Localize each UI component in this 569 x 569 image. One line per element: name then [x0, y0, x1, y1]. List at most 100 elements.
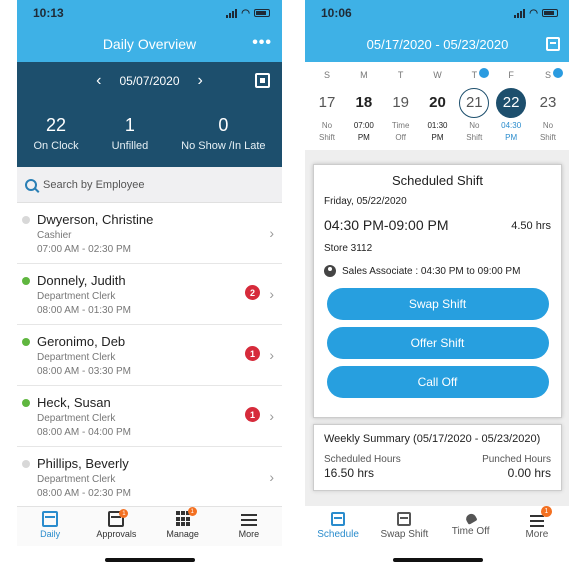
schedule-screen: 10:06 ◠ 05/17/2020 - 05/23/2020 S 17 No … [305, 0, 569, 569]
checklist-icon: 1 [108, 509, 129, 527]
calendar-icon[interactable] [255, 73, 270, 88]
day-number: 23 [539, 94, 557, 111]
status-dot [22, 338, 30, 346]
day-cell-selected[interactable]: F 22 04:30 PM [493, 62, 529, 150]
day-of-week: T [397, 70, 404, 80]
day-number: 19 [392, 94, 409, 111]
employee-shift-time: 08:00 AM - 02:30 PM [37, 488, 131, 499]
status-bar: 10:13 ◠ [17, 0, 282, 26]
tab-label: Daily [40, 529, 61, 539]
tab-time-off[interactable]: Time Off [440, 512, 502, 537]
day-shift-line1: No [469, 121, 480, 130]
day-shift-line2: PM [505, 133, 518, 142]
employee-name: Donnely, Judith [37, 273, 126, 288]
stat-no-show[interactable]: 0 No Show /In Late [181, 115, 265, 152]
more-options-icon[interactable]: ••• [252, 34, 272, 52]
day-cell[interactable]: T 19 Time Off [383, 62, 419, 150]
daily-overview-screen: 10:13 ◠ Daily Overview ••• ‹ 05/07/2020 … [17, 0, 282, 569]
call-off-button[interactable]: Call Off [326, 366, 549, 398]
day-shift-line1: Time [391, 121, 410, 130]
employee-shift-time: 07:00 AM - 02:30 PM [37, 244, 131, 255]
shift-time: 04:30 PM-09:00 PM [324, 217, 449, 233]
stat-label: On Clock [33, 140, 79, 152]
day-of-week: F [508, 70, 514, 80]
tab-swap-shift[interactable]: Swap Shift [373, 512, 435, 540]
swap-shift-button[interactable]: Swap Shift [326, 288, 549, 320]
employee-shift-time: 08:00 AM - 01:30 PM [37, 305, 131, 316]
current-date: 05/07/2020 [119, 74, 180, 88]
tab-label: Schedule [317, 529, 359, 540]
stat-unfilled[interactable]: 1 Unfilled [112, 115, 149, 152]
day-of-week: W [433, 70, 442, 80]
day-shift-line1: 07:00 [353, 121, 374, 130]
employee-name: Heck, Susan [37, 395, 111, 410]
day-number: 18 [355, 94, 373, 111]
day-cell[interactable]: W 20 01:30 PM [419, 62, 455, 150]
chevron-right-icon: › [269, 225, 274, 241]
employee-row[interactable]: Geronimo, Deb Department Clerk 08:00 AM … [17, 325, 282, 386]
day-shift-line1: No [542, 121, 554, 130]
tab-label: Swap Shift [380, 529, 429, 540]
offer-shift-button[interactable]: Offer Shift [326, 327, 549, 359]
wifi-icon: ◠ [529, 7, 538, 19]
scheduled-shift-card: Scheduled Shift Friday, 05/22/2020 04:30… [313, 164, 562, 418]
stat-value: 1 [124, 115, 135, 135]
battery-icon [542, 9, 558, 17]
day-cell[interactable]: M 18 07:00 PM [346, 62, 382, 150]
previous-day-button[interactable]: ‹ [96, 72, 101, 90]
employee-row[interactable]: Heck, Susan Department Clerk 08:00 AM - … [17, 386, 282, 447]
header: Daily Overview ••• [17, 26, 282, 62]
search-input[interactable]: Search by Employee [17, 167, 282, 203]
summary-title: Weekly Summary (05/17/2020 - 05/23/2020) [324, 433, 541, 445]
calendar-icon [42, 511, 59, 527]
day-cell-today[interactable]: T 21 No Shift [456, 62, 492, 150]
day-number: 20 [429, 94, 446, 111]
tab-schedule[interactable]: Schedule [307, 512, 369, 540]
punched-hours-value: 0.00 hrs [507, 466, 551, 480]
tab-label: Approvals [96, 529, 137, 539]
status-dot [22, 460, 30, 468]
day-shift-line2: PM [357, 133, 370, 142]
next-day-button[interactable]: › [198, 72, 203, 90]
tab-more[interactable]: 1 More [506, 506, 568, 540]
wifi-icon: ◠ [241, 7, 250, 19]
employee-row[interactable]: Donnely, Judith Department Clerk 08:00 A… [17, 264, 282, 325]
header: 05/17/2020 - 05/23/2020 [305, 26, 569, 62]
person-icon [324, 265, 336, 277]
tab-daily[interactable]: Daily [20, 511, 80, 539]
alert-badge: 2 [245, 285, 260, 300]
employee-shift-time: 08:00 AM - 04:00 PM [37, 427, 131, 438]
employee-row[interactable]: Dwyerson, Christine Cashier 07:00 AM - 0… [17, 203, 282, 264]
status-bar: 10:06 ◠ [305, 0, 569, 26]
day-cell[interactable]: S 23 No Shift [530, 62, 566, 150]
stat-value: 22 [46, 115, 67, 135]
day-of-week: S [323, 70, 330, 80]
home-indicator [392, 558, 483, 562]
status-time: 10:13 [33, 6, 64, 20]
date-navigator: ‹ 05/07/2020 › [17, 62, 282, 100]
day-cell[interactable]: S 17 No Shift [309, 62, 345, 150]
calendar-icon [331, 512, 346, 526]
tab-approvals[interactable]: 1 Approvals [86, 509, 146, 539]
date-range: 05/17/2020 - 05/23/2020 [366, 36, 509, 52]
tab-more[interactable]: More [219, 511, 279, 539]
stat-on-clock[interactable]: 22 On Clock [33, 115, 78, 152]
notification-badge: 1 [540, 506, 552, 517]
tab-manage[interactable]: 1 Manage [153, 507, 213, 539]
notification-badge: 1 [119, 509, 129, 518]
employee-role: Department Clerk [37, 474, 116, 485]
status-icons: ◠ [226, 8, 270, 19]
signal-icon [226, 8, 238, 18]
stats-bar: 22 On Clock 1 Unfilled 0 No Show /In Lat… [17, 100, 282, 167]
day-number: 22 [496, 88, 527, 118]
day-shift-line2: Shift [539, 133, 556, 142]
employee-name: Dwyerson, Christine [37, 212, 154, 227]
tab-label: Time Off [451, 526, 490, 537]
day-shift-line2: Shift [318, 133, 335, 142]
calendar-icon[interactable] [546, 37, 560, 51]
shift-role-text: Sales Associate : 04:30 PM to 09:00 PM [342, 265, 521, 277]
chevron-right-icon: › [269, 469, 274, 485]
employee-shift-time: 08:00 AM - 03:30 PM [37, 366, 131, 377]
chevron-right-icon: › [269, 286, 274, 302]
employee-row[interactable]: Phillips, Beverly Department Clerk 08:00… [17, 447, 282, 508]
